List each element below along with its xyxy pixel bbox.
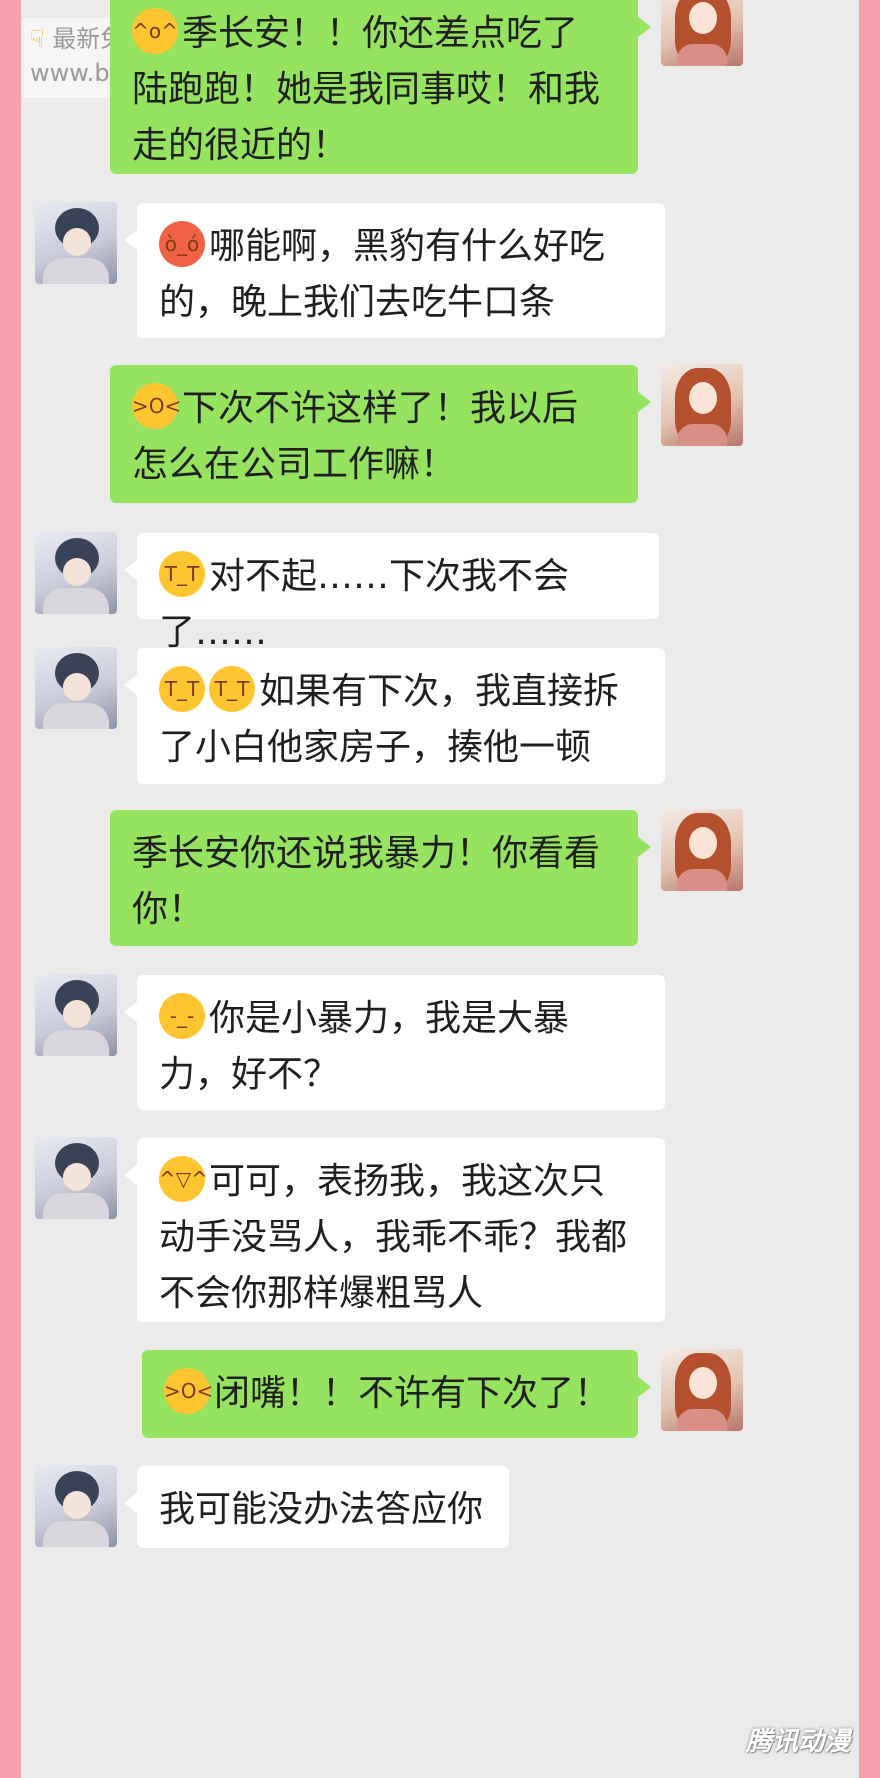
avatar-ji-changan[interactable] [35,974,117,1056]
received-message-bubble[interactable]: -_- 你是小暴力，我是大暴 力，好不？ [124,975,665,1110]
angry-emoji-icon: ò_ó [159,221,205,267]
message-text: 你是小暴力，我是大暴 力，好不？ [159,998,570,1095]
received-message-bubble[interactable]: T_T T_T 如果有下次，我直接拆 了小白他家房子，揍他一顿 [124,648,665,784]
pointing-hand-icon: ☟ [30,25,45,53]
sent-message-bubble[interactable]: ^o^ 季长安！！你还差点吃了 陆跑跑！她是我同事哎！和我 走的很近的！ [110,0,651,174]
publisher-logo: 腾讯动漫 [745,1727,850,1757]
avatar-ji-changan[interactable] [35,647,117,729]
avatar-ji-changan[interactable] [35,202,117,284]
avatar-keke[interactable] [661,1349,743,1431]
avatar-ji-changan[interactable] [35,1465,117,1547]
received-message-bubble[interactable]: ^▽^ 可可，表扬我，我这次只 动手没骂人，我乖不乖？我都 不会你那样爆粗骂人 [124,1138,665,1322]
avatar-ji-changan[interactable] [35,532,117,614]
sent-message-bubble[interactable]: 季长安你还说我暴力！你看看 你！ [110,810,651,946]
message-text: 我可能没办法答应你 [159,1489,484,1530]
avatar-keke[interactable] [661,809,743,891]
message-text: 哪能啊，黑豹有什么好吃 的，晚上我们去吃牛口条 [159,226,606,323]
message-text: 闭嘴！！不许有下次了！ [214,1373,611,1414]
received-message-bubble[interactable]: ò_ó 哪能啊，黑豹有什么好吃 的，晚上我们去吃牛口条 [124,203,665,338]
crying-emoji-icon: T_T [159,666,205,712]
received-message-bubble[interactable]: 我可能没办法答应你 [124,1466,509,1548]
message-text: 下次不许这样了！我以后 怎么在公司工作嘛！ [132,388,579,485]
crying-emoji-icon: T_T [209,666,255,712]
message-text: 季长安！！你还差点吃了 陆跑跑！她是我同事哎！和我 走的很近的！ [132,13,601,166]
steam-face-emoji-icon: >O< [132,383,181,429]
laugh-emoji-icon: ^o^ [132,8,178,54]
sent-message-bubble[interactable]: >O< 下次不许这样了！我以后 怎么在公司工作嘛！ [110,365,651,503]
crying-emoji-icon: T_T [159,551,205,597]
message-text: 季长安你还说我暴力！你看看 你！ [132,833,601,930]
steam-face-emoji-icon: >O< [164,1368,213,1414]
grin-emoji-icon: ^▽^ [159,1156,208,1202]
message-text: 可可，表扬我，我这次只 动手没骂人，我乖不乖？我都 不会你那样爆粗骂人 [159,1161,628,1314]
avatar-keke[interactable] [661,364,743,446]
received-message-bubble[interactable]: T_T 对不起……下次我不会了…… [124,533,659,653]
pout-emoji-icon: -_- [159,993,205,1039]
sent-message-bubble[interactable]: >O< 闭嘴！！不许有下次了！ [142,1350,651,1438]
avatar-keke[interactable] [661,0,743,66]
avatar-ji-changan[interactable] [35,1137,117,1219]
